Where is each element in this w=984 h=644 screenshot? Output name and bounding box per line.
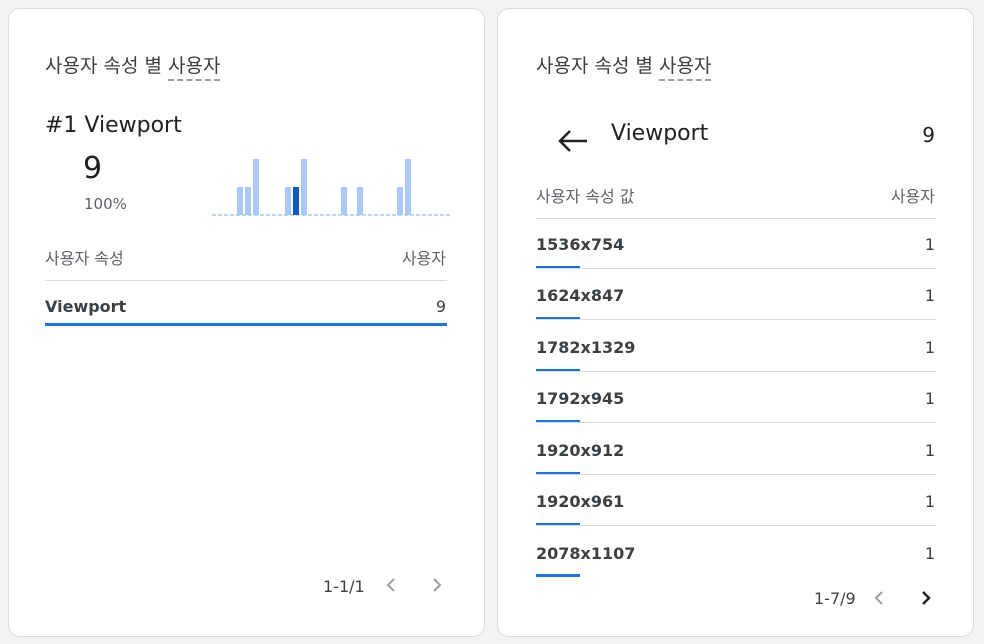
sparkline-bar bbox=[293, 187, 299, 215]
card-title: 사용자 속성 별 사용자 bbox=[536, 51, 712, 81]
row-label[interactable]: 1536x754 bbox=[536, 235, 624, 254]
sparkline-bar bbox=[301, 159, 307, 215]
row-label[interactable]: 1920x961 bbox=[536, 492, 624, 511]
chevron-right-icon[interactable] bbox=[426, 575, 446, 595]
chevron-left-icon[interactable] bbox=[870, 588, 890, 608]
sparkline-chart bbox=[212, 159, 450, 216]
drilldown-title: Viewport bbox=[611, 121, 709, 146]
row-label[interactable]: 1624x847 bbox=[536, 286, 624, 305]
row-label[interactable]: 1920x912 bbox=[536, 441, 624, 460]
card-title: 사용자 속성 별 사용자 bbox=[45, 51, 221, 81]
header-divider bbox=[536, 218, 936, 219]
row-value: 1 bbox=[924, 544, 935, 563]
row-label[interactable]: Viewport bbox=[45, 297, 126, 316]
row-value: 1 bbox=[924, 338, 935, 357]
drilldown-count: 9 bbox=[922, 123, 935, 147]
row-label[interactable]: 1782x1329 bbox=[536, 338, 635, 357]
column-header-dimension: 사용자 속성 값 bbox=[536, 187, 635, 206]
row-divider bbox=[536, 371, 936, 372]
sparkline-bar bbox=[341, 187, 347, 215]
row-share-bar bbox=[45, 323, 447, 326]
arrow-left-icon[interactable] bbox=[556, 127, 590, 155]
card-title-prefix: 사용자 속성 별 bbox=[536, 55, 659, 77]
row-value: 1 bbox=[924, 286, 935, 305]
sparkline-bar bbox=[285, 187, 291, 215]
row-share-bar bbox=[536, 574, 581, 577]
header-divider bbox=[45, 280, 447, 281]
top-dimension-percent: 100% bbox=[84, 195, 127, 213]
row-value: 1 bbox=[924, 389, 935, 408]
chevron-left-icon[interactable] bbox=[382, 575, 402, 595]
sparkline-bar bbox=[405, 159, 411, 215]
row-divider bbox=[536, 319, 936, 320]
column-header-metric: 사용자 bbox=[401, 249, 446, 268]
row-value: 1 bbox=[924, 492, 935, 511]
row-divider bbox=[536, 422, 936, 423]
column-header-dimension: 사용자 속성 bbox=[45, 249, 124, 268]
row-value: 1 bbox=[924, 441, 935, 460]
users-by-user-property-drilldown-card: 사용자 속성 별 사용자 Viewport 9 사용자 속성 값 사용자 153… bbox=[497, 8, 974, 637]
row-value: 1 bbox=[924, 235, 935, 254]
users-by-user-property-card: 사용자 속성 별 사용자 #1 Viewport 9 100% 사용자 속성 사… bbox=[8, 8, 485, 637]
card-title-prefix: 사용자 속성 별 bbox=[45, 55, 168, 77]
sparkline-bar bbox=[357, 187, 363, 215]
metric-selector[interactable]: 사용자 bbox=[168, 55, 221, 81]
sparkline-bar bbox=[237, 187, 243, 215]
pagination-label: 1-1/1 bbox=[323, 577, 365, 596]
row-label[interactable]: 2078x1107 bbox=[536, 544, 635, 563]
row-label[interactable]: 1792x945 bbox=[536, 389, 624, 408]
row-divider bbox=[536, 268, 936, 269]
top-dimension-value: 9 bbox=[83, 151, 103, 186]
row-value: 9 bbox=[435, 297, 446, 316]
row-divider bbox=[536, 525, 936, 526]
column-header-metric: 사용자 bbox=[890, 187, 935, 206]
chevron-right-icon[interactable] bbox=[915, 588, 935, 608]
top-dimension-title: #1 Viewport bbox=[45, 113, 182, 138]
row-divider bbox=[536, 474, 936, 475]
sparkline-bar bbox=[245, 187, 251, 215]
pagination-label: 1-7/9 bbox=[814, 589, 856, 608]
sparkline-bar bbox=[397, 187, 403, 215]
sparkline-bar bbox=[253, 159, 259, 215]
metric-selector[interactable]: 사용자 bbox=[659, 55, 712, 81]
